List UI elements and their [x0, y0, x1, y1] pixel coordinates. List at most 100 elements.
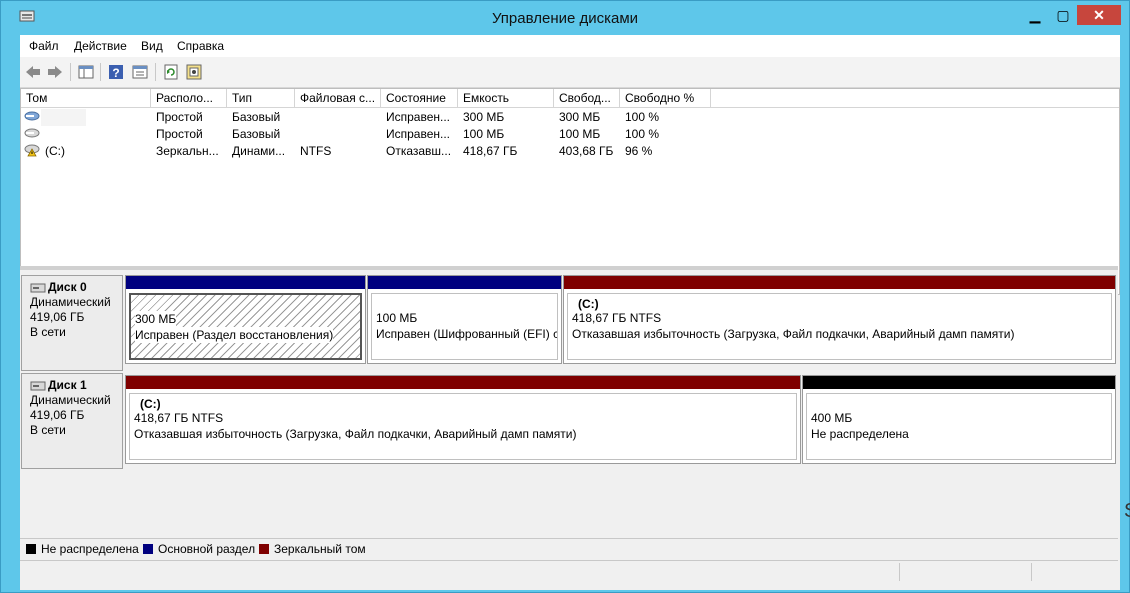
legend-item-primary: Основной раздел: [143, 542, 255, 556]
rescan-button[interactable]: [184, 62, 204, 82]
col-filesystem[interactable]: Файловая с...: [295, 89, 381, 107]
help-button[interactable]: ?: [106, 62, 126, 82]
minimize-button[interactable]: ▁: [1022, 5, 1048, 25]
disk-0-header: Диск 0: [30, 280, 114, 295]
col-layout[interactable]: Располо...: [151, 89, 227, 107]
partition-size: 418,67 ГБ NTFS: [134, 411, 224, 425]
col-free[interactable]: Свобод...: [554, 89, 620, 107]
cell-layout: Простой: [156, 127, 203, 141]
forward-button[interactable]: [45, 62, 65, 82]
cell-fs: [300, 109, 380, 126]
table-row[interactable]: Простой Базовый Исправен... 100 МБ 100 М…: [21, 126, 1119, 143]
disk-0-label[interactable]: Диск 0 Динамический 419,06 ГБ В сети: [21, 275, 123, 371]
disk-1-label[interactable]: Диск 1 Динамический 419,06 ГБ В сети: [21, 373, 123, 469]
partition-status: Не распределена: [811, 427, 909, 441]
table-row[interactable]: (C:) Зеркальн... Динами... NTFS Отказавш…: [21, 143, 1119, 160]
status-segment: [899, 563, 1032, 581]
partition-color-bar: [564, 276, 1115, 289]
toolbar-separator: [155, 63, 156, 81]
cell-fs: NTFS: [300, 144, 332, 158]
cell-status: Исправен...: [386, 127, 451, 141]
col-free-percent[interactable]: Свободно %: [620, 89, 711, 107]
cell-free: 403,68 ГБ: [559, 144, 614, 158]
partition-size: 100 МБ: [376, 311, 418, 325]
cell-volume: [41, 109, 86, 126]
col-type[interactable]: Тип: [227, 89, 295, 107]
legend-swatch: [26, 544, 36, 554]
disk-icon: [24, 109, 40, 126]
menu-help[interactable]: Справка: [177, 39, 224, 53]
properties-icon: [132, 65, 148, 79]
legend-label: Основной раздел: [158, 542, 256, 556]
back-arrow-icon: [26, 66, 40, 78]
disk-0-partition-recovery[interactable]: 300 МБ Исправен (Раздел восстановления): [125, 275, 366, 364]
partition-size: 418,67 ГБ NTFS: [572, 311, 662, 325]
disk-0-partition-efi[interactable]: 100 МБ Исправен (Шифрованный (EFI) с: [367, 275, 562, 364]
title-bar[interactable]: Управление дисками ▁ ▢ ✕: [1, 1, 1129, 35]
legend-swatch: [143, 544, 153, 554]
properties-button[interactable]: [130, 62, 150, 82]
partition-body: 400 МБ Не распределена: [806, 393, 1112, 460]
window-title: Управление дисками: [491, 10, 639, 27]
partition-status: Исправен (Шифрованный (EFI) с: [376, 327, 558, 341]
close-button[interactable]: ✕: [1077, 5, 1121, 25]
disk-1-state: В сети: [30, 423, 66, 437]
status-segment: [1031, 563, 1118, 581]
cell-capacity: 100 МБ: [463, 127, 505, 141]
disk-0-partition-c[interactable]: (C:) 418,67 ГБ NTFS Отказавшая избыточно…: [563, 275, 1116, 364]
partition-color-bar: [126, 276, 365, 289]
cell-volume: [41, 126, 86, 143]
menu-file[interactable]: Файл: [29, 39, 59, 53]
console-tree-button[interactable]: [76, 62, 96, 82]
help-icon: ?: [109, 65, 123, 80]
cell-capacity: 418,67 ГБ: [463, 144, 518, 158]
cell-type: Базовый: [232, 127, 281, 141]
client-area: Файл Действие Вид Справка ? Том Располо.…: [20, 35, 1120, 590]
menu-view[interactable]: Вид: [141, 39, 163, 53]
disk-0-kind: Динамический: [30, 295, 111, 309]
cell-type: Базовый: [232, 110, 281, 124]
maximize-button[interactable]: ▢: [1050, 5, 1076, 25]
maximize-icon: ▢: [1056, 7, 1070, 23]
legend-swatch: [259, 544, 269, 554]
back-button[interactable]: [23, 62, 43, 82]
disk-graph-panel: Диск 0 Динамический 419,06 ГБ В сети 300…: [20, 266, 1118, 546]
legend-item-mirrored: Зеркальный том: [259, 542, 366, 556]
disk-icon: [30, 381, 46, 390]
disk-1-partition-c[interactable]: (C:) 418,67 ГБ NTFS Отказавшая избыточно…: [125, 375, 801, 464]
column-header-row: Том Располо... Тип Файловая с... Состоян…: [21, 89, 1119, 108]
status-bar: [20, 560, 1118, 583]
disk-1-partition-unallocated[interactable]: 400 МБ Не распределена: [802, 375, 1116, 464]
col-capacity[interactable]: Емкость: [458, 89, 554, 107]
partition-size: 300 МБ: [135, 311, 177, 327]
cell-layout: Зеркальн...: [156, 144, 219, 158]
partition-size: 400 МБ: [811, 411, 853, 425]
cell-status: Отказавш...: [386, 144, 452, 158]
disk-1-kind: Динамический: [30, 393, 111, 407]
disk-1-name: Диск 1: [48, 378, 87, 392]
cell-status: Исправен...: [386, 110, 451, 124]
close-icon: ✕: [1093, 7, 1105, 23]
refresh-icon: [164, 64, 178, 80]
disk-management-window: Управление дисками ▁ ▢ ✕ Файл Действие В…: [0, 0, 1130, 593]
cell-fs: [300, 126, 380, 143]
partition-status: Отказавшая избыточность (Загрузка, Файл …: [134, 427, 577, 441]
refresh-button[interactable]: [161, 62, 181, 82]
col-volume[interactable]: Том: [21, 89, 151, 107]
partition-status: Отказавшая избыточность (Загрузка, Файл …: [572, 327, 1015, 341]
toolbar-separator: [100, 63, 101, 81]
menu-action[interactable]: Действие: [74, 39, 127, 53]
legend-item-unallocated: Не распределена: [26, 542, 139, 556]
partition-label: (C:): [140, 397, 161, 411]
partition-label: [811, 398, 1107, 410]
col-status[interactable]: Состояние: [381, 89, 458, 107]
cell-capacity: 300 МБ: [463, 110, 505, 124]
cell-free-pct: 100 %: [625, 127, 660, 141]
disk-0-size: 419,06 ГБ: [30, 310, 85, 324]
disk-icon: [24, 126, 40, 143]
table-row[interactable]: Простой Базовый Исправен... 300 МБ 300 М…: [21, 109, 1119, 126]
partition-label: (C:): [578, 297, 599, 311]
cell-free: 300 МБ: [559, 110, 601, 124]
partition-label: [376, 298, 553, 310]
partition-color-bar: [368, 276, 561, 289]
